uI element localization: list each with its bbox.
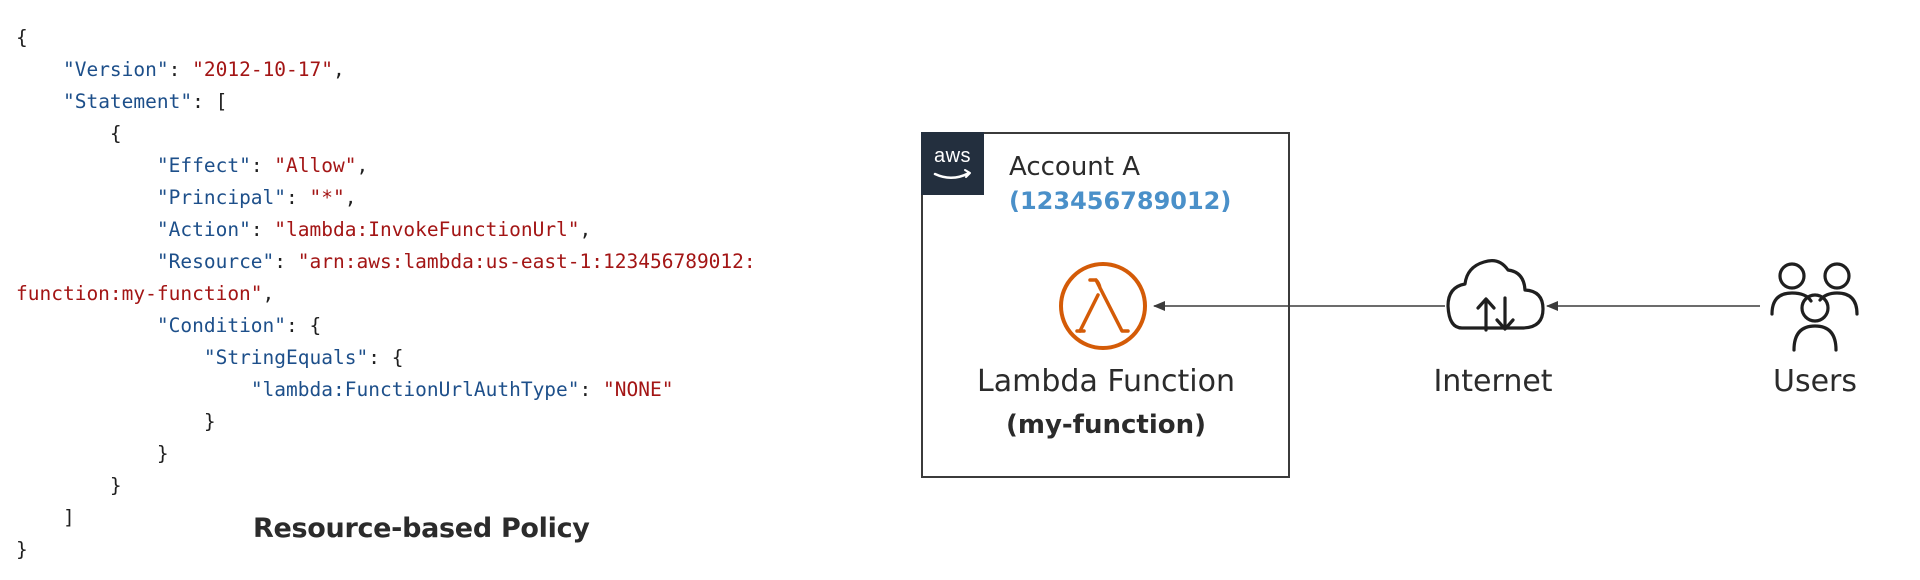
users-icon (1770, 262, 1859, 352)
lambda-icon (1059, 262, 1147, 350)
architecture-diagram: aws Account A (123456789012) Lambda Func… (0, 0, 1920, 580)
users-label: Users (1772, 364, 1857, 399)
cloud-internet-icon (1446, 259, 1545, 332)
diagram-graphics (1059, 259, 1859, 352)
lambda-function-name: (my-function) (1005, 410, 1207, 440)
internet-label: Internet (1433, 364, 1553, 399)
lambda-function-label: Lambda Function (977, 364, 1235, 399)
